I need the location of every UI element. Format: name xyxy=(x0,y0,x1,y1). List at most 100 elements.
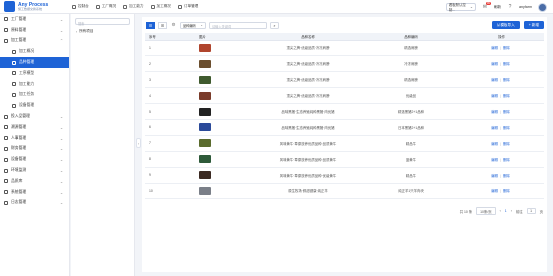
sidebar-item[interactable]: 品质库 ⌄ xyxy=(0,176,69,187)
product-thumbnail[interactable] xyxy=(199,43,211,52)
message-icon[interactable]: ✉ 99 xyxy=(482,2,491,10)
sidebar-subitem[interactable]: 设备管理 xyxy=(0,100,69,111)
delete-link[interactable]: 删除 xyxy=(503,94,510,98)
sidebar-item[interactable]: 原料管理 ⌄ xyxy=(0,25,69,36)
chevron-icon: ⌄ xyxy=(59,169,63,174)
sidebar-subitem[interactable]: 加工能力 xyxy=(0,79,69,90)
settings-icon[interactable]: ⚙ xyxy=(170,22,177,29)
cell-code: 纯正羊1只羊肉块 xyxy=(363,183,459,200)
page-size-select[interactable]: 10条/页 xyxy=(476,207,496,215)
delete-link[interactable]: 删除 xyxy=(503,110,510,114)
sidebar-item[interactable]: 系统管理 ⌄ xyxy=(0,187,69,198)
edit-link[interactable]: 编辑 xyxy=(491,189,498,193)
sidebar-item[interactable]: 人事管理 ⌄ xyxy=(0,133,69,144)
product-thumbnail[interactable] xyxy=(199,107,211,116)
nav-processing-capacity[interactable]: 加工能力 xyxy=(123,4,144,9)
edit-link[interactable]: 编辑 xyxy=(491,94,498,98)
refresh-button[interactable]: 刷新 xyxy=(494,5,501,10)
subitem-icon xyxy=(12,60,16,65)
sidebar-item[interactable]: 环境监测 ⌄ xyxy=(0,165,69,176)
variety-table: 序号 图片 品种名称 品种编码 操作 1 顶尖之牌·优级品质·冷冻肩膀 精选肩膀 编辑… xyxy=(145,33,544,200)
page-number[interactable]: 1 xyxy=(505,209,507,213)
cell-name: 顶尖之牌·优级品质·冷冻肩膀 xyxy=(253,71,363,89)
sidebar-item[interactable]: 溯源管理 ⌄ xyxy=(0,122,69,133)
edit-link[interactable]: 编辑 xyxy=(491,46,498,50)
delete-link[interactable]: 删除 xyxy=(503,78,510,82)
table-row: 6 品味黑猪·生态养殖纯种黑猪·肉优猪 日本黑猪2+1品种 编辑 | 删除 xyxy=(145,119,544,136)
edit-link[interactable]: 编辑 xyxy=(491,110,498,114)
dashboard-icon xyxy=(72,4,76,9)
product-thumbnail[interactable] xyxy=(199,75,211,84)
chevron-icon: ⌄ xyxy=(59,190,63,195)
tree-node-all-projects[interactable]: › 所有项目 xyxy=(71,29,134,34)
import-template-button[interactable]: 从模板导入 xyxy=(491,21,520,29)
sidebar-subitem[interactable]: 加工任务 xyxy=(0,90,69,101)
goto-page-input[interactable]: 1 xyxy=(526,208,536,214)
help-icon[interactable]: ? xyxy=(507,4,513,10)
menu-icon xyxy=(4,190,8,195)
overview-icon xyxy=(150,4,155,9)
sidebar-item-label: 工厂管理 xyxy=(11,16,27,21)
delete-link[interactable]: 删除 xyxy=(503,158,510,162)
cell-image xyxy=(195,135,253,152)
sidebar-subitem[interactable]: 加工概况 xyxy=(0,46,69,57)
sidebar-item[interactable]: 设备管理 ⌄ xyxy=(0,154,69,165)
table-row: 3 顶尖之牌·优级品质·冷冻肩膀 精选肩膀 编辑 | 删除 xyxy=(145,71,544,89)
sidebar-item[interactable]: 加工管理 ⌃ xyxy=(0,36,69,47)
cell-actions: 编辑 | 删除 xyxy=(459,183,544,200)
add-button[interactable]: + 新增 xyxy=(523,21,544,29)
nav-dashboard[interactable]: 控制台 xyxy=(72,4,89,9)
product-thumbnail[interactable] xyxy=(199,91,211,100)
project-select[interactable]: 看板默认控制... ⌄ xyxy=(445,3,476,12)
nav-order-management[interactable]: 订单管理 xyxy=(177,4,198,9)
product-thumbnail[interactable] xyxy=(199,186,211,195)
product-thumbnail[interactable] xyxy=(199,123,211,132)
sidebar-item[interactable]: 日志管理 ⌄ xyxy=(0,198,69,209)
user-name[interactable]: anyfarm xyxy=(519,5,532,9)
tree-search-input[interactable]: 搜索 xyxy=(75,18,130,26)
product-thumbnail[interactable] xyxy=(199,139,211,148)
delete-link[interactable]: 删除 xyxy=(503,126,510,130)
sidebar-subitem[interactable]: 工序模型 xyxy=(0,68,69,79)
sidebar-item[interactable]: 工厂管理 ⌄ xyxy=(0,14,69,25)
sidebar-item-label: 财务管理 xyxy=(11,146,27,151)
delete-link[interactable]: 删除 xyxy=(503,189,510,193)
search-button[interactable]: ⌕ xyxy=(270,21,279,29)
search-field-select[interactable]: 品种编码 ⌄ xyxy=(180,21,206,29)
menu-icon xyxy=(4,146,8,151)
delete-link[interactable]: 删除 xyxy=(503,142,510,146)
delete-link[interactable]: 删除 xyxy=(503,174,510,178)
menu-icon xyxy=(4,168,8,173)
delete-link[interactable]: 删除 xyxy=(503,62,510,66)
product-thumbnail[interactable] xyxy=(199,171,211,180)
product-thumbnail[interactable] xyxy=(199,59,211,68)
action-separator: | xyxy=(500,173,501,178)
grid-view-button[interactable]: ⊞ xyxy=(158,21,167,29)
edit-link[interactable]: 编辑 xyxy=(491,78,498,82)
capacity-icon xyxy=(123,4,128,9)
edit-link[interactable]: 编辑 xyxy=(491,174,498,178)
delete-link[interactable]: 删除 xyxy=(503,46,510,50)
avatar[interactable] xyxy=(538,2,547,12)
cell-no: 10 xyxy=(145,183,195,200)
nav-factory-overview[interactable]: 工厂概况 xyxy=(95,4,116,9)
nav-processing-overview[interactable]: 加工概况 xyxy=(150,4,171,9)
edit-link[interactable]: 编辑 xyxy=(491,158,498,162)
edit-link[interactable]: 编辑 xyxy=(491,142,498,146)
edit-link[interactable]: 编辑 xyxy=(491,126,498,130)
search-input[interactable]: 请输入关键词 xyxy=(209,21,267,29)
collapse-panel-handle[interactable]: ‹ xyxy=(136,138,141,148)
subitem-icon xyxy=(12,49,16,54)
order-icon xyxy=(177,4,182,9)
sidebar-item[interactable]: 财务管理 ⌄ xyxy=(0,144,69,155)
edit-link[interactable]: 编辑 xyxy=(491,62,498,66)
next-page-button[interactable]: › xyxy=(511,209,512,213)
list-view-button[interactable]: ☰ xyxy=(146,21,155,29)
chevron-icon: ⌄ xyxy=(59,17,63,22)
sidebar-item[interactable]: 投入品管理 ⌄ xyxy=(0,111,69,122)
total-count: 共 10 条 xyxy=(459,209,473,214)
product-thumbnail[interactable] xyxy=(199,155,211,164)
sidebar-subitem[interactable]: 品种管理 xyxy=(0,57,69,68)
prev-page-button[interactable]: ‹ xyxy=(500,209,501,213)
app-logo[interactable]: Any Process 施工数据交换系统 xyxy=(0,1,72,12)
